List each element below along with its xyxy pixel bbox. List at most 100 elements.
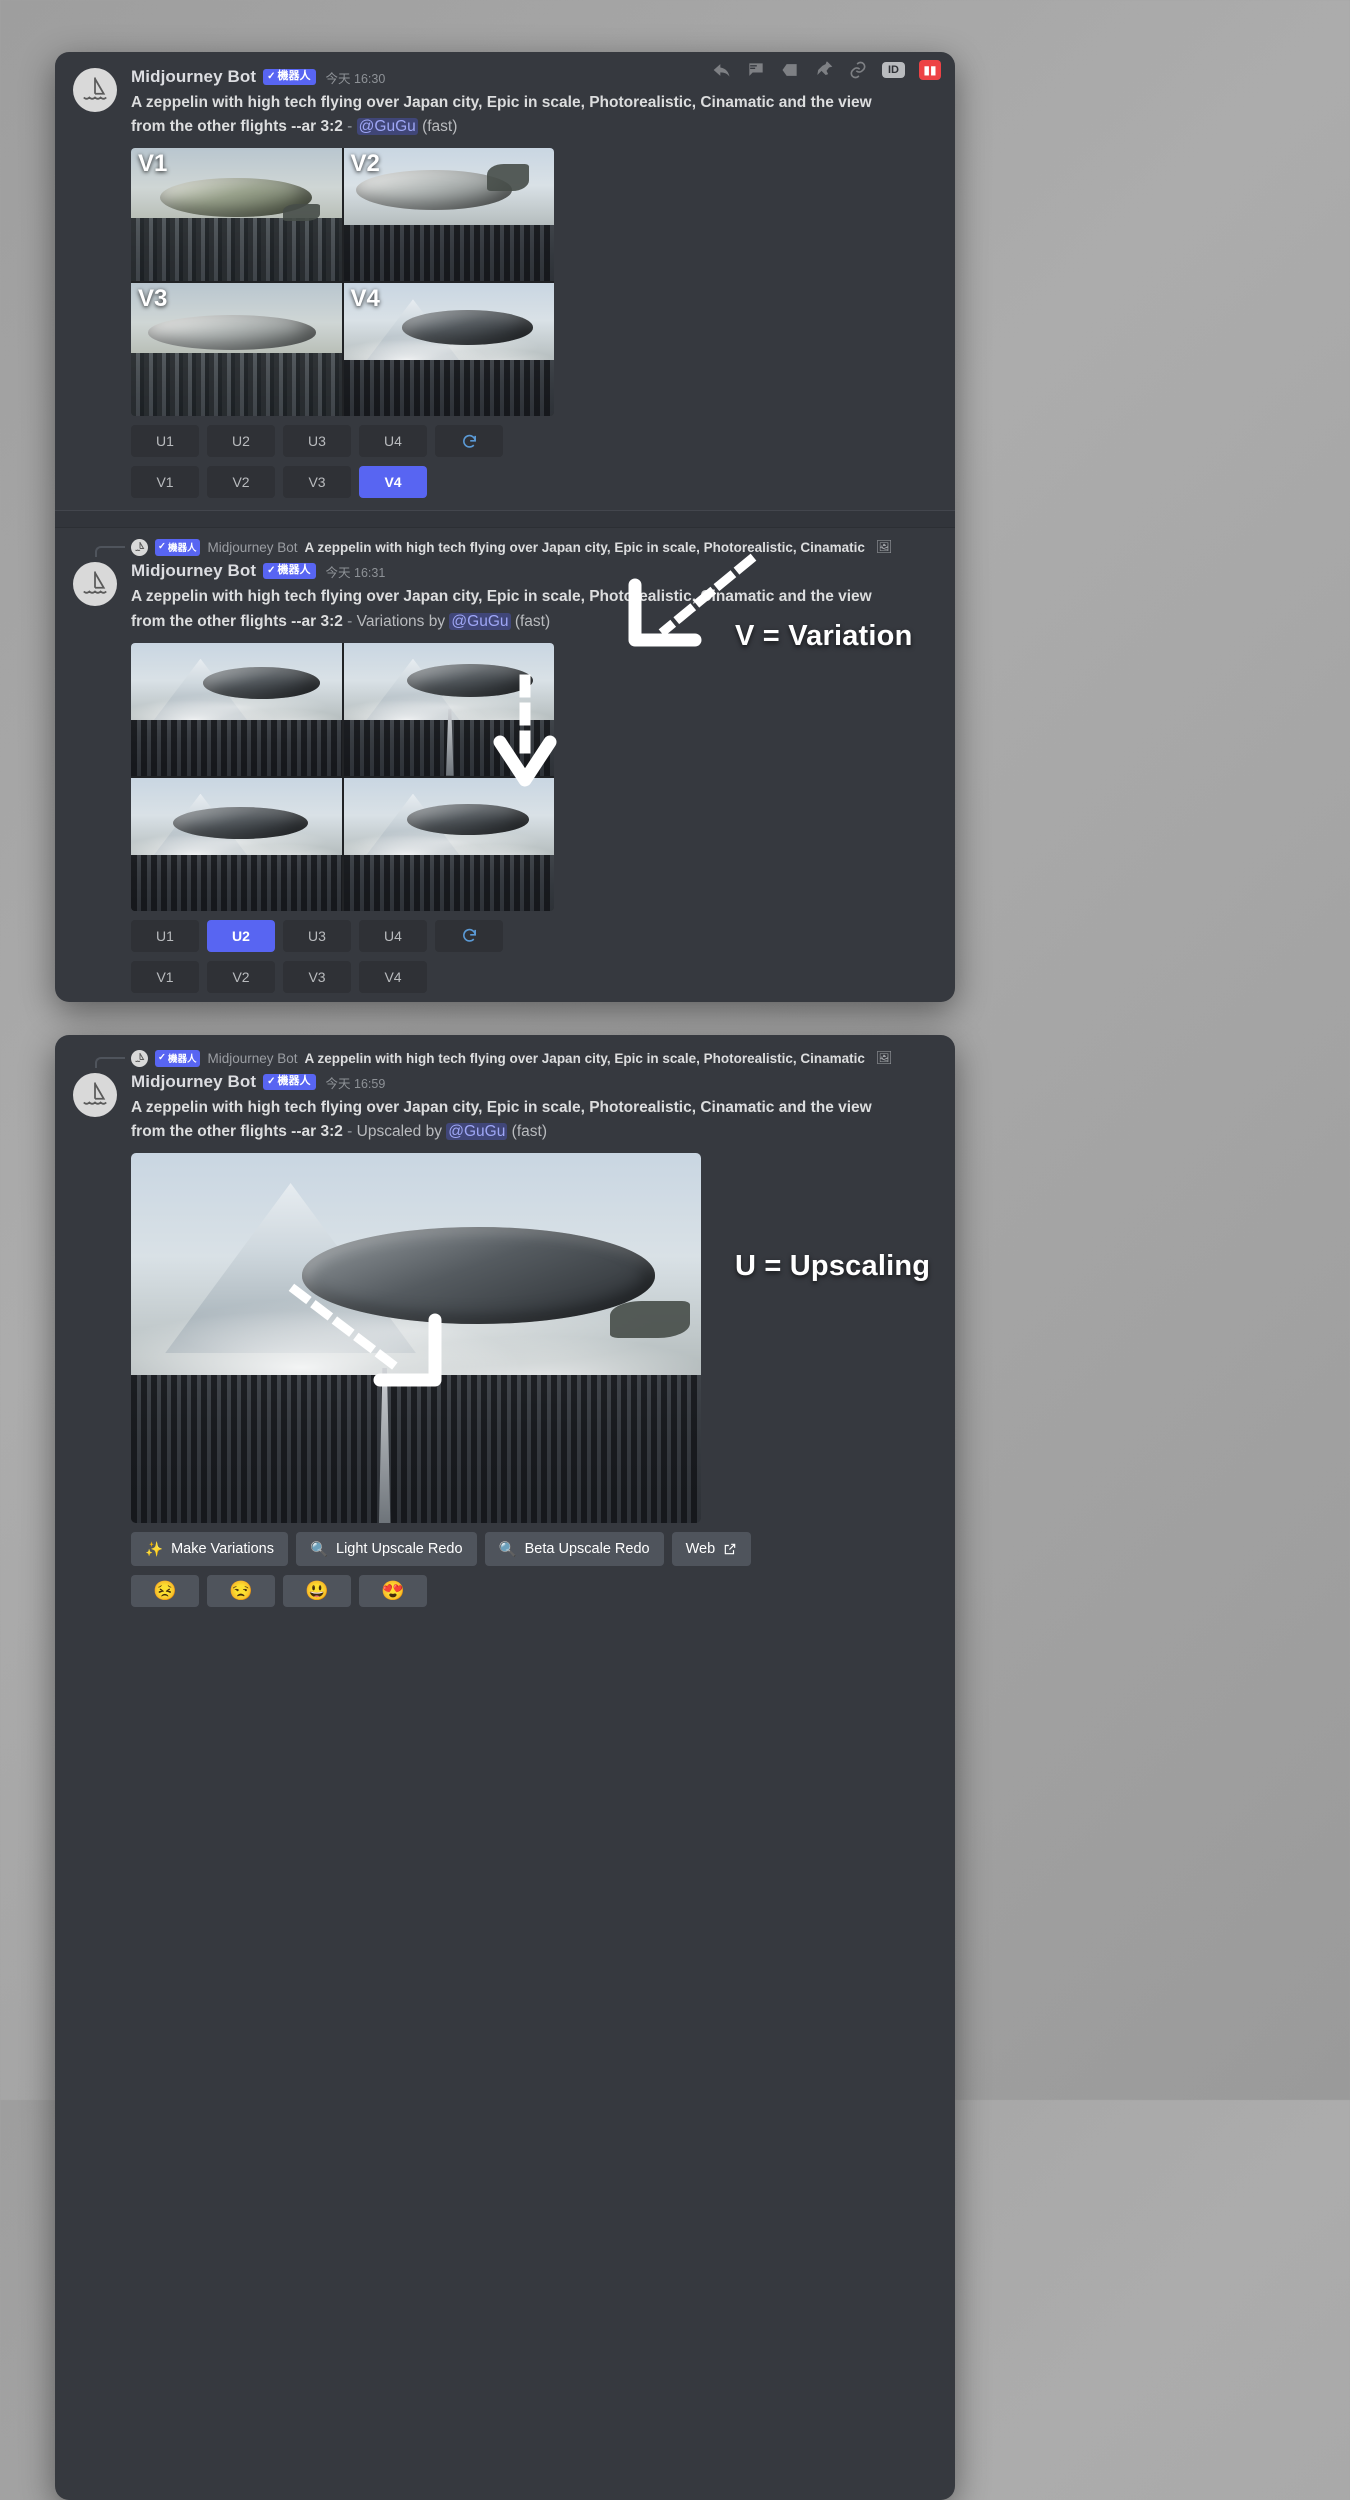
annotation-arrow-2 [493,674,557,787]
avatar[interactable] [73,1073,117,1117]
image-grid[interactable]: V1 V2 V3 V4 [131,148,554,417]
make-variations-button[interactable]: ✨ Make Variations [131,1532,288,1567]
reaction-2[interactable]: 😃 [283,1575,351,1608]
button-u4[interactable]: U4 [359,425,427,458]
button-v1[interactable]: V1 [131,960,199,993]
thread-icon[interactable] [746,60,766,80]
reaction-3[interactable]: 😍 [359,1575,427,1608]
reaction-1[interactable]: 😒 [207,1575,275,1608]
grid-cell-v1[interactable]: V1 [131,148,342,282]
reply-preview-text: A zeppelin with high tech flying over Ja… [304,1050,865,1066]
web-button[interactable]: Web [671,1532,752,1567]
verified-check-icon: ✓ [267,70,276,82]
grid-label-v1: V1 [138,150,168,178]
message-divider [55,510,955,529]
button-v1[interactable]: V1 [131,466,199,499]
speed-label: (fast) [514,612,551,630]
avatar[interactable] [73,68,117,112]
variation-button-row-1[interactable]: V1 V2 V3 V4 [131,466,937,499]
prompt-line-1: A zeppelin with high tech flying over Ja… [131,1099,872,1116]
user-mention[interactable]: @GuGu [446,1123,508,1141]
sailboat-icon [83,571,107,595]
button-u1[interactable]: U1 [131,425,199,458]
beta-upscale-redo-button[interactable]: 🔍 Beta Upscale Redo [484,1532,664,1567]
reroll-button[interactable] [435,425,503,458]
user-mention[interactable]: @GuGu [449,612,511,630]
button-v3[interactable]: V3 [283,960,351,993]
grid-label-v4: V4 [350,285,380,313]
reply-bot-badge: ✓ 機器人 [155,538,201,556]
copy-link-icon[interactable] [848,60,868,80]
variation-button-row-2[interactable]: V1 V2 V3 V4 [131,960,937,993]
grid-cell-v2[interactable]: V2 [343,148,554,282]
sailboat-icon [83,1082,107,1105]
pin-icon[interactable] [814,60,834,80]
button-v3[interactable]: V3 [283,466,351,499]
author-name[interactable]: Midjourney Bot [131,561,256,581]
mark-unread-icon[interactable] [780,60,800,80]
button-u3[interactable]: U3 [283,425,351,458]
message-panel-top: ID ▮▮ Midjourney Bot ✓ 機器人 今天 16:30 A zep… [55,52,955,1002]
action-label: Variations by [356,612,446,630]
grid-label-v3: V3 [138,285,168,313]
light-upscale-redo-button[interactable]: 🔍 Light Upscale Redo [295,1532,477,1567]
prompt-separator: - [347,612,353,630]
button-v2[interactable]: V2 [207,466,275,499]
prompt-text: A zeppelin with high tech flying over Ja… [131,1096,921,1144]
message-timestamp: 今天 16:59 [325,1076,386,1091]
speed-label: (fast) [511,1123,547,1141]
final-action-row[interactable]: ✨ Make Variations 🔍 Light Upscale Redo 🔍… [131,1532,937,1567]
prompt-line-2: from the other flights --ar 3:2 [131,1123,343,1141]
reply-reference-2[interactable]: ✓ 機器人 Midjourney Bot A zeppelin with high… [73,1047,937,1069]
upscale-button-row-1[interactable]: U1 U2 U3 U4 [131,425,937,458]
grid-cell-v3[interactable]: V3 [131,283,342,417]
sailboat-icon [134,542,144,552]
message-timestamp: 今天 16:30 [325,71,386,86]
magic-wand-icon: ✨ [145,1541,164,1558]
bot-badge-label: 機器人 [277,70,311,82]
refresh-icon [462,434,476,448]
image-icon: 🖼 [875,539,893,555]
reply-avatar [131,538,148,556]
reaction-0[interactable]: 😣 [131,1575,199,1608]
button-v4[interactable]: V4 [359,960,427,993]
magnifier-icon: 🔍 [498,1541,517,1558]
avatar[interactable] [73,562,117,607]
upscale-button-row-2[interactable]: U1 U2 U3 U4 [131,919,937,952]
reroll-button[interactable] [435,919,503,952]
button-u2[interactable]: U2 [207,425,275,458]
delete-icon[interactable]: ▮▮ [919,60,941,80]
message-header: Midjourney Bot ✓ 機器人 今天 16:59 [131,1071,937,1093]
message-id-badge[interactable]: ID [882,62,905,78]
reply-spine [95,546,125,558]
button-u4[interactable]: U4 [359,919,427,952]
author-name[interactable]: Midjourney Bot [131,67,256,87]
message-hover-toolbar[interactable]: ID ▮▮ [712,60,941,80]
reply-author-name: Midjourney Bot [207,539,298,555]
image-icon: 🖼 [875,1050,893,1065]
reaction-row[interactable]: 😣 😒 😃 😍 [131,1575,937,1608]
bot-badge: ✓ 機器人 [263,1074,316,1090]
prompt-line-2: from the other flights --ar 3:2 [131,612,343,630]
reply-preview-text: A zeppelin with high tech flying over Ja… [304,539,865,555]
button-u3[interactable]: U3 [283,919,351,952]
reply-reference-1[interactable]: ✓ 機器人 Midjourney Bot A zeppelin with high… [73,536,937,558]
user-mention[interactable]: @GuGu [356,118,418,136]
button-v2[interactable]: V2 [207,960,275,993]
web-label: Web [685,1541,716,1558]
button-u2[interactable]: U2 [207,919,275,952]
reply-arrow-icon[interactable] [712,60,732,80]
external-link-icon [724,1544,736,1555]
reply-author-name: Midjourney Bot [207,1050,298,1066]
grid-cell-3[interactable] [131,777,342,911]
grid-cell-v4[interactable]: V4 [343,283,554,417]
author-name[interactable]: Midjourney Bot [131,1072,256,1092]
prompt-separator: - [347,118,353,136]
button-u1[interactable]: U1 [131,919,199,952]
beta-upscale-label: Beta Upscale Redo [524,1541,650,1558]
annotation-arrow-3 [288,1283,442,1387]
prompt-text: A zeppelin with high tech flying over Ja… [131,91,921,139]
grid-cell-1[interactable] [131,642,342,776]
prompt-line-1: A zeppelin with high tech flying over Ja… [131,94,872,111]
button-v4[interactable]: V4 [359,466,427,499]
